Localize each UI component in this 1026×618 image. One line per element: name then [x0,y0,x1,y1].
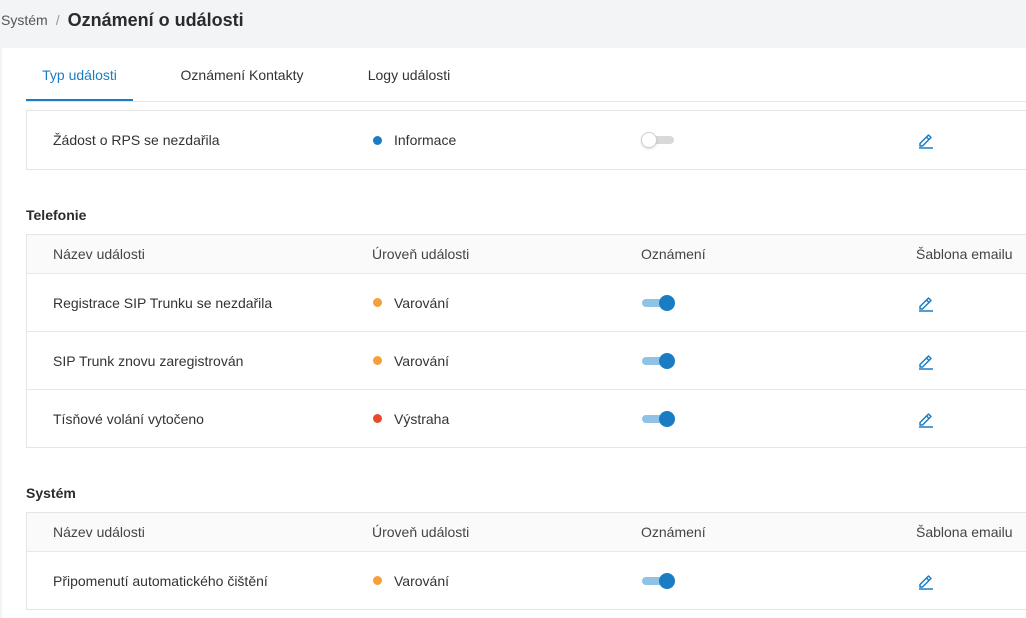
event-level: Informace [372,111,456,169]
event-name: Žádost o RPS se nezdařila [53,132,220,148]
column-header-notification: Oznámení [641,524,706,540]
breadcrumb-separator: / [55,12,60,28]
event-table-general: Žádost o RPS se nezdařila Informace [26,110,1026,170]
column-header-name: Název události [53,246,145,262]
table-row: SIP Trunk znovu zaregistrován Varování [27,331,1026,389]
pencil-icon[interactable] [917,352,935,370]
column-header-level: Úroveň události [372,524,470,540]
breadcrumb: Systém / Oznámení o události [0,0,1026,40]
breadcrumb-parent[interactable]: Systém [1,12,48,28]
tab-bar: Typ události Oznámení Kontakty Logy udál… [26,48,1026,102]
event-level-label: Informace [394,132,457,148]
level-indicator-dot [373,135,382,145]
level-indicator-dot [373,356,382,365]
toggle-knob [641,132,657,148]
column-header-level: Úroveň události [372,246,470,262]
notification-cell [641,390,675,447]
event-name: SIP Trunk znovu zaregistrován [53,352,244,369]
notification-cell [641,111,675,169]
level-indicator-dot [373,298,382,307]
notification-cell [641,332,675,389]
template-cell [916,332,935,389]
event-level: Výstraha [372,390,449,447]
event-level: Varování [372,332,449,389]
notification-toggle[interactable] [641,294,675,312]
template-cell [916,111,935,169]
notification-cell [641,552,675,609]
event-level: Varování [372,552,449,609]
table-row: Tísňové volání vytočeno Výstraha [27,389,1026,447]
table-row: Registrace SIP Trunku se nezdařila Varov… [27,273,1026,331]
event-name: Tísňové volání vytočeno [53,410,204,427]
event-level-label: Varování [394,294,449,311]
event-level-label: Varování [394,572,449,589]
event-table-system: Název události Úroveň události Oznámení … [26,512,1026,610]
table-header-row: Název události Úroveň události Oznámení … [27,513,1026,551]
notification-toggle[interactable] [641,410,675,428]
toggle-knob [659,572,675,589]
tab-notification-contacts[interactable]: Oznámení Kontakty [166,48,318,101]
tab-event-logs[interactable]: Logy události [352,48,466,101]
column-header-template: Šablona emailu [916,524,1013,540]
notification-toggle[interactable] [641,572,675,590]
toggle-knob [659,294,675,311]
toggle-knob [659,352,675,369]
level-indicator-dot [373,576,382,585]
content-panel: Typ události Oznámení Kontakty Logy udál… [2,48,1026,618]
template-cell [916,390,935,447]
pencil-icon[interactable] [917,131,935,149]
section-title-system: Systém [26,485,76,501]
event-level-label: Výstraha [394,410,450,427]
level-indicator-dot [373,414,382,423]
column-header-name: Název události [53,524,145,540]
notification-toggle[interactable] [641,352,675,370]
event-name: Registrace SIP Trunku se nezdařila [53,294,273,311]
table-row: Žádost o RPS se nezdařila Informace [27,111,1026,169]
event-level-label: Varování [394,352,449,369]
tab-event-type[interactable]: Typ události [26,48,133,101]
template-cell [916,274,935,331]
column-header-template: Šablona emailu [916,246,1013,262]
table-row: Připomenutí automatického čištění Varová… [27,551,1026,609]
section-title-telephony: Telefonie [26,207,87,223]
column-header-notification: Oznámení [641,246,706,262]
pencil-icon[interactable] [917,294,935,312]
pencil-icon[interactable] [917,572,935,590]
page-title: Oznámení o události [67,9,244,30]
notification-cell [641,274,675,331]
pencil-icon[interactable] [917,410,935,428]
template-cell [916,552,935,609]
toggle-knob [659,410,675,427]
event-name: Připomenutí automatického čištění [53,572,268,589]
notification-toggle[interactable] [641,131,675,149]
event-level: Varování [372,274,449,331]
table-header-row: Název události Úroveň události Oznámení … [27,235,1026,273]
event-table-telephony: Název události Úroveň události Oznámení … [26,234,1026,448]
